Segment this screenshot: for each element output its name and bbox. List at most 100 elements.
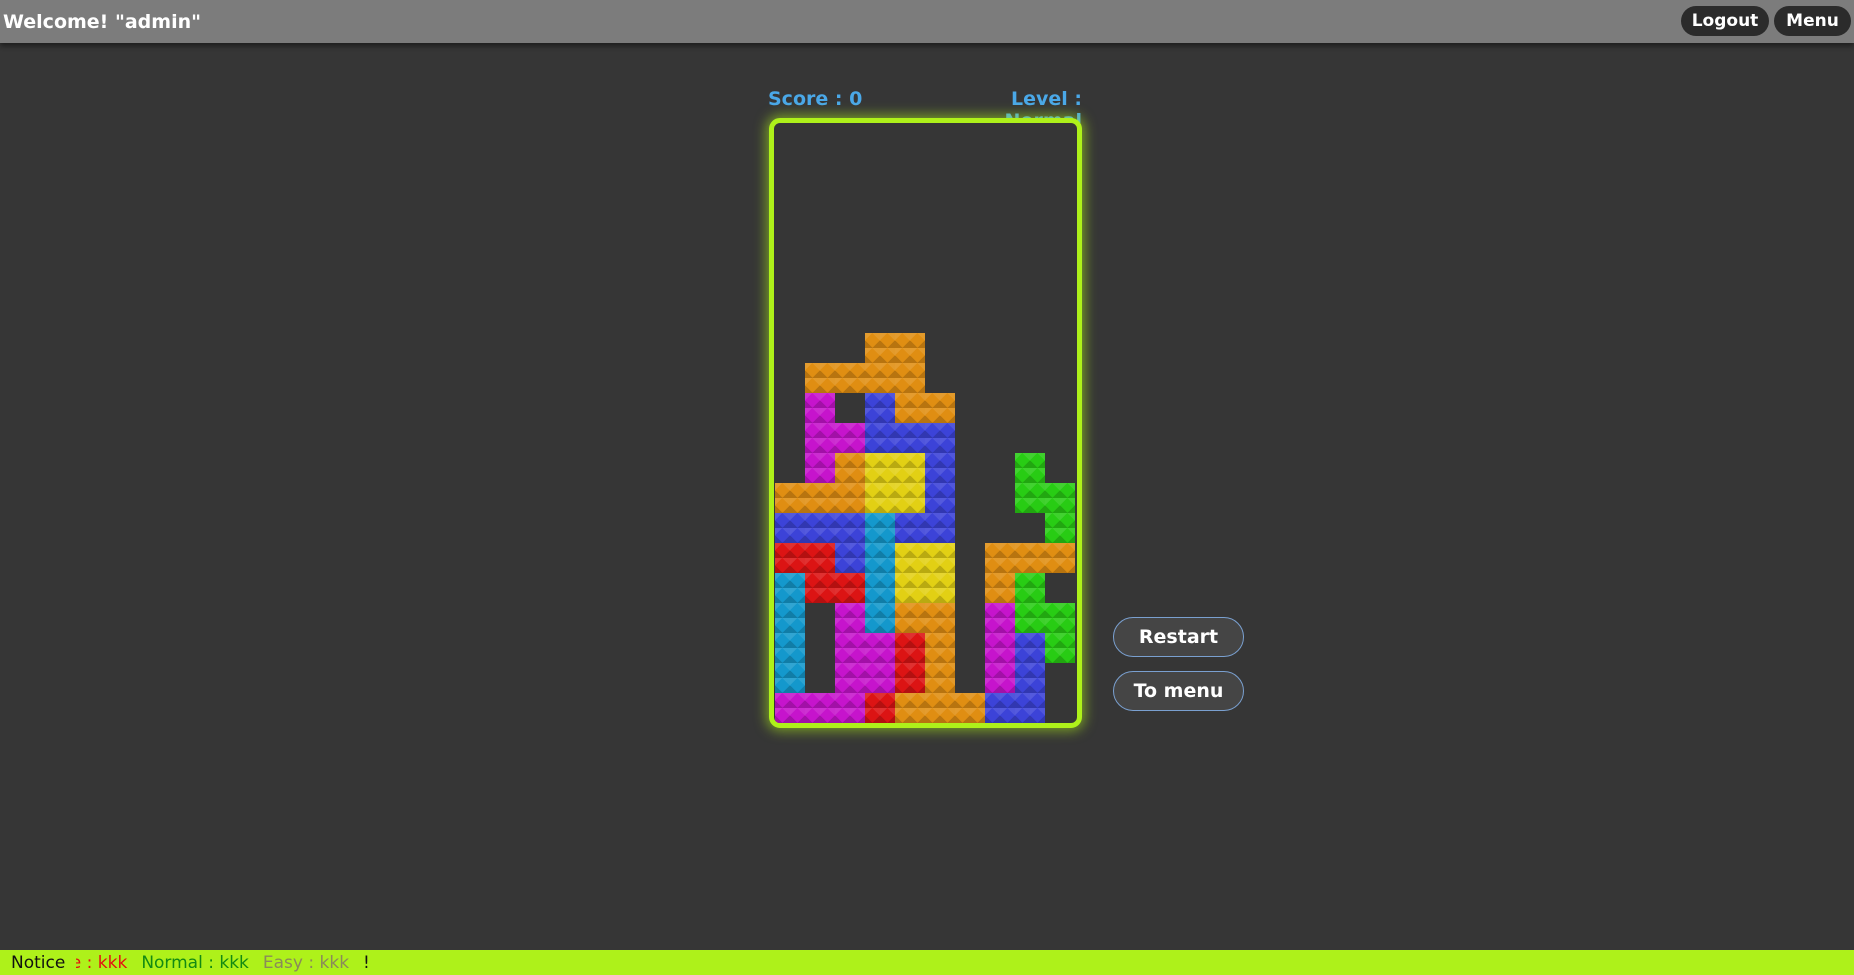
notice-bar: Notice ne : kkk Normal : kkk Easy : kkk! <box>0 950 1854 975</box>
welcome-text: Welcome! "admin" <box>3 11 202 33</box>
block-cell <box>925 453 955 483</box>
block-cell <box>925 693 955 723</box>
menu-button[interactable]: Menu <box>1774 6 1851 36</box>
block-cell <box>1015 543 1045 573</box>
block-cell <box>925 483 955 513</box>
block-cell <box>835 603 865 633</box>
block-cell <box>805 363 835 393</box>
block-cell <box>985 693 1015 723</box>
block-cell <box>835 633 865 663</box>
block-cell <box>1015 483 1045 513</box>
block-cell <box>1015 633 1045 663</box>
notice-item: Easy : kkk <box>262 953 350 973</box>
block-cell <box>835 573 865 603</box>
block-cell <box>805 483 835 513</box>
block-cell <box>925 663 955 693</box>
block-cell <box>835 543 865 573</box>
block-cell <box>835 693 865 723</box>
block-cell <box>895 513 925 543</box>
block-cell <box>895 603 925 633</box>
block-cell <box>865 693 895 723</box>
block-cell <box>865 363 895 393</box>
notice-item: Normal : kkk <box>141 953 249 973</box>
restart-button[interactable]: Restart <box>1113 617 1244 657</box>
level-display: Level : Normal <box>1005 88 1082 132</box>
block-cell <box>1045 633 1075 663</box>
block-cell <box>775 573 805 603</box>
block-cell <box>835 363 865 393</box>
to-menu-button[interactable]: To menu <box>1113 671 1244 711</box>
block-cell <box>895 363 925 393</box>
block-cell <box>805 573 835 603</box>
block-cell <box>805 513 835 543</box>
block-cell <box>805 393 835 423</box>
block-cell <box>1045 513 1075 543</box>
block-cell <box>985 633 1015 663</box>
notice-ticker: ne : kkk Normal : kkk Easy : kkk! <box>76 950 1846 975</box>
block-cell <box>895 483 925 513</box>
logout-button[interactable]: Logout <box>1681 6 1769 36</box>
block-cell <box>865 423 895 453</box>
block-cell <box>895 453 925 483</box>
block-cell <box>835 663 865 693</box>
top-bar: Welcome! "admin" Logout Menu <box>0 0 1854 43</box>
block-cell <box>925 513 955 543</box>
score-display: Score : 0 <box>768 88 863 110</box>
block-cell <box>865 513 895 543</box>
block-cell <box>895 333 925 363</box>
block-cell <box>865 333 895 363</box>
block-cell <box>895 663 925 693</box>
block-cell <box>895 573 925 603</box>
block-cell <box>865 573 895 603</box>
notice-item: ! <box>363 953 370 973</box>
block-cell <box>1045 543 1075 573</box>
block-cell <box>865 603 895 633</box>
block-cell <box>865 483 895 513</box>
block-cell <box>985 663 1015 693</box>
block-cell <box>1045 483 1075 513</box>
block-cell <box>1015 573 1045 603</box>
block-cell <box>925 543 955 573</box>
block-cell <box>775 543 805 573</box>
block-cell <box>1045 603 1075 633</box>
block-cell <box>1015 663 1045 693</box>
block-cell <box>835 423 865 453</box>
block-cell <box>835 483 865 513</box>
notice-ticker-content: ne : kkk Normal : kkk Easy : kkk! <box>76 953 384 973</box>
block-cell <box>775 633 805 663</box>
block-cell <box>775 513 805 543</box>
block-cell <box>865 543 895 573</box>
block-cell <box>835 453 865 483</box>
block-cell <box>895 633 925 663</box>
block-cell <box>1015 453 1045 483</box>
game-board[interactable] <box>769 118 1082 728</box>
block-cell <box>925 603 955 633</box>
notice-item: ne : kkk <box>76 953 128 973</box>
block-cell <box>865 393 895 423</box>
block-cell <box>775 483 805 513</box>
block-cell <box>925 423 955 453</box>
notice-label: Notice <box>11 953 66 973</box>
block-cell <box>925 573 955 603</box>
block-cell <box>865 633 895 663</box>
block-cell <box>1015 693 1045 723</box>
block-cell <box>1015 603 1045 633</box>
block-cell <box>805 693 835 723</box>
block-cell <box>925 633 955 663</box>
block-cell <box>805 543 835 573</box>
block-cell <box>805 423 835 453</box>
block-cell <box>775 663 805 693</box>
block-cell <box>895 423 925 453</box>
block-cell <box>895 693 925 723</box>
block-cell <box>955 693 985 723</box>
block-cell <box>805 453 835 483</box>
block-cell <box>865 663 895 693</box>
block-cell <box>895 543 925 573</box>
block-cell <box>985 603 1015 633</box>
block-cell <box>985 573 1015 603</box>
block-cell <box>835 513 865 543</box>
block-cell <box>985 543 1015 573</box>
block-cell <box>775 603 805 633</box>
block-grid <box>775 123 1077 723</box>
block-cell <box>865 453 895 483</box>
